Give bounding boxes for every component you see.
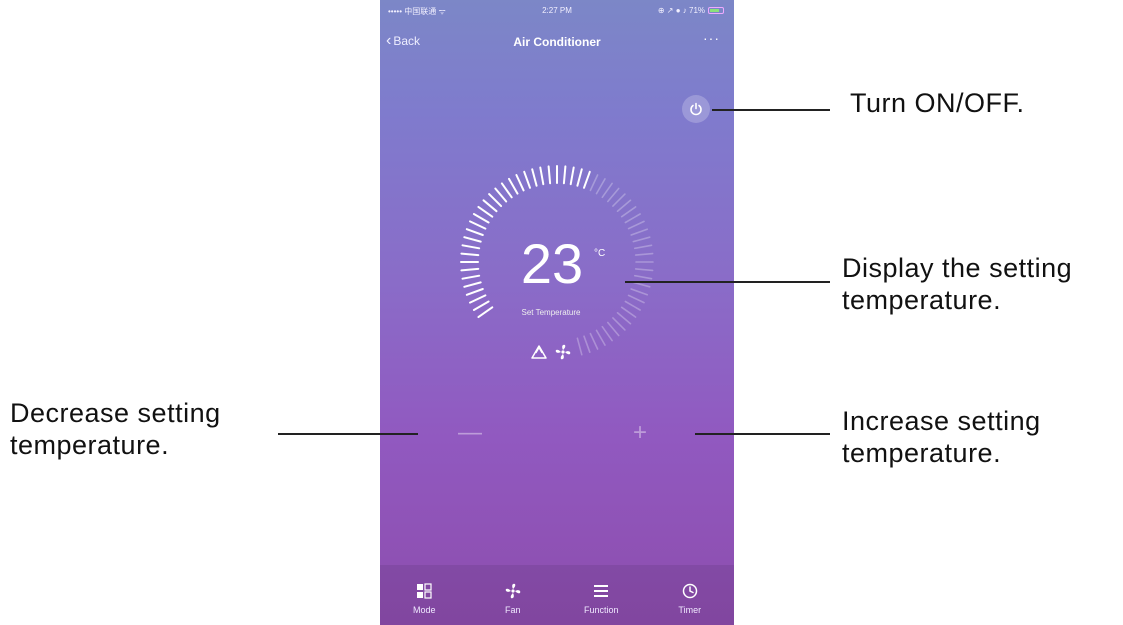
dial-tick [601,182,613,199]
clock-icon [682,581,698,601]
annotation-display-line1: Display the setting [842,253,1073,283]
tab-function-label: Function [583,605,619,615]
dial-tick-active [494,187,508,203]
dial-tick-active [569,166,575,186]
dial-tick [607,321,620,337]
dial-tick [583,335,591,354]
temperature-unit: °C [594,248,606,259]
dial-tick-active [465,228,484,236]
dial-tick [620,206,637,218]
dial-tick [595,329,606,346]
dial-tick [589,174,599,192]
tab-mode[interactable]: Mode [380,565,469,625]
dial-tick-active [469,220,487,230]
dial-tick [612,317,626,331]
dial-tick-active [583,170,591,189]
tab-function[interactable]: Function [557,565,646,625]
dial-tick [630,288,649,296]
temperature-stepper: — + [380,410,734,460]
phone-screen: ••••• 中国联通 ᯤ 2:27 PM ⊕ ↗ ● ♪ 71% ‹ Back … [380,0,734,625]
dial-tick [595,178,606,195]
dial-tick [634,268,654,272]
dial-tick-active [539,166,545,186]
annotation-decrease-line1: Decrease setting [10,398,221,428]
dial-tick-active [562,165,567,185]
dial-tick-active [472,213,490,224]
dial-tick-active [576,168,583,187]
annotation-display-line2: temperature. [842,285,1002,315]
leader-line-decrease [278,433,418,435]
leader-line-power [712,109,830,111]
annotation-increase-line1: Increase setting [842,406,1041,436]
dial-tick-active [508,177,519,195]
active-mode-icons [530,343,572,361]
dial-tick [632,236,651,243]
dial-tick [627,220,645,230]
dial-tick [632,281,651,288]
mode-icon [416,581,432,601]
tab-mode-label: Mode [412,605,436,615]
fan-icon [555,344,571,360]
dial-tick [601,325,613,342]
temperature-value: 23 [520,232,584,295]
annotation-decrease-line2: temperature. [10,430,170,460]
dial-tick-active [488,193,503,208]
dial-tick-active [531,168,538,187]
annotation-power: Turn ON/OFF. [850,88,1025,118]
dial-tick-active [500,182,513,199]
tab-timer-label: Timer [678,605,702,615]
dial-tick-active [482,199,498,213]
tab-fan-label: Fan [504,605,521,615]
dial-tick-active [547,165,552,185]
menu-icon [593,581,609,601]
dial-tick [589,332,599,350]
dial-tick [630,228,649,236]
set-temperature-label: Set Temperature [521,308,581,317]
dial-tick [624,213,641,224]
dial-tick-active [461,274,481,280]
dial-tick-active [477,205,494,218]
dial-tick [616,199,632,212]
tab-timer[interactable]: Timer [646,565,735,625]
dial-tick-active [463,236,482,243]
dial-tick-active [523,170,531,189]
dial-tick [634,244,653,250]
dial-tick [634,252,654,256]
dial-tick [627,294,645,304]
dial-tick [607,187,620,203]
dial-tick-active [463,281,482,288]
recycle-icon [531,345,547,359]
leader-line-increase [695,433,830,435]
dial-tick-active [469,294,487,304]
dial-tick-active [461,244,481,250]
dial-tick [634,274,653,280]
dial-tick-active [460,252,480,257]
dial-tick-active [465,288,484,296]
annotation-increase-line2: temperature. [842,438,1002,468]
dial-tick-active [515,174,525,192]
tab-fan[interactable]: Fan [469,565,558,625]
dial-tick [576,337,583,356]
dial-tick [612,193,626,207]
dial-tick-active [460,267,480,272]
leader-line-display [625,281,830,283]
fan-icon [504,581,522,601]
tab-bar: Mode Fan Function Timer [380,565,734,625]
